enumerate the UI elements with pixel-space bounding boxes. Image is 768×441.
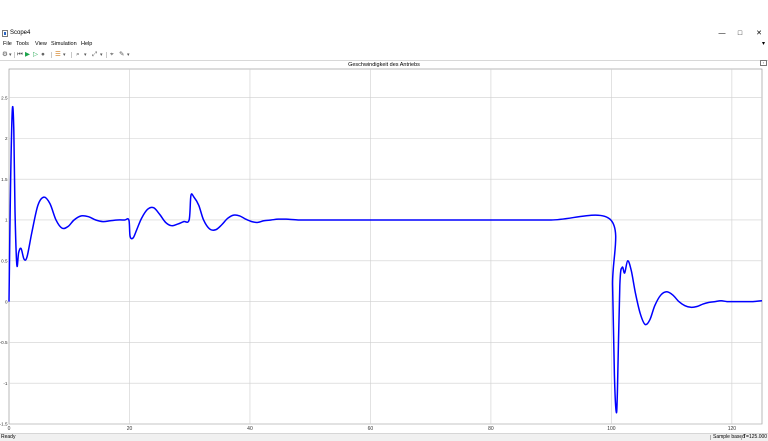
y-tick-label: 0.5: [1, 258, 8, 263]
y-tick-label: 1.5: [1, 177, 8, 182]
x-tick-label: 20: [127, 426, 133, 432]
y-tick-labels: -1.5 -1 -0.5 0 0.5 1 1.5 2 2.5: [0, 95, 8, 426]
y-tick-label: 1: [5, 218, 8, 223]
y-tick-label: 0: [5, 299, 8, 304]
plot-area-border: [8, 68, 763, 425]
status-divider: [741, 435, 742, 440]
y-tick-label: -0.5: [0, 340, 8, 345]
x-tick-label: 0: [8, 426, 11, 432]
scope-plot[interactable]: 0 20 40 60 80 100 120 -1.5 -1 -0.5 0 0.5 1 1.5 2 2.5: [0, 0, 768, 440]
x-tick-label: 100: [607, 426, 616, 432]
y-tick-label: -1: [3, 381, 8, 386]
x-tick-label: 120: [728, 426, 737, 432]
y-tick-label: -1.5: [0, 422, 8, 427]
x-tick-label: 80: [488, 426, 494, 432]
x-tick-label: 40: [247, 426, 253, 432]
y-tick-label: 2.5: [1, 95, 8, 100]
status-divider: [710, 435, 711, 440]
y-tick-label: 2: [5, 136, 8, 141]
x-tick-labels: 0 20 40 60 80 100 120: [8, 426, 737, 432]
x-tick-label: 60: [368, 426, 374, 432]
